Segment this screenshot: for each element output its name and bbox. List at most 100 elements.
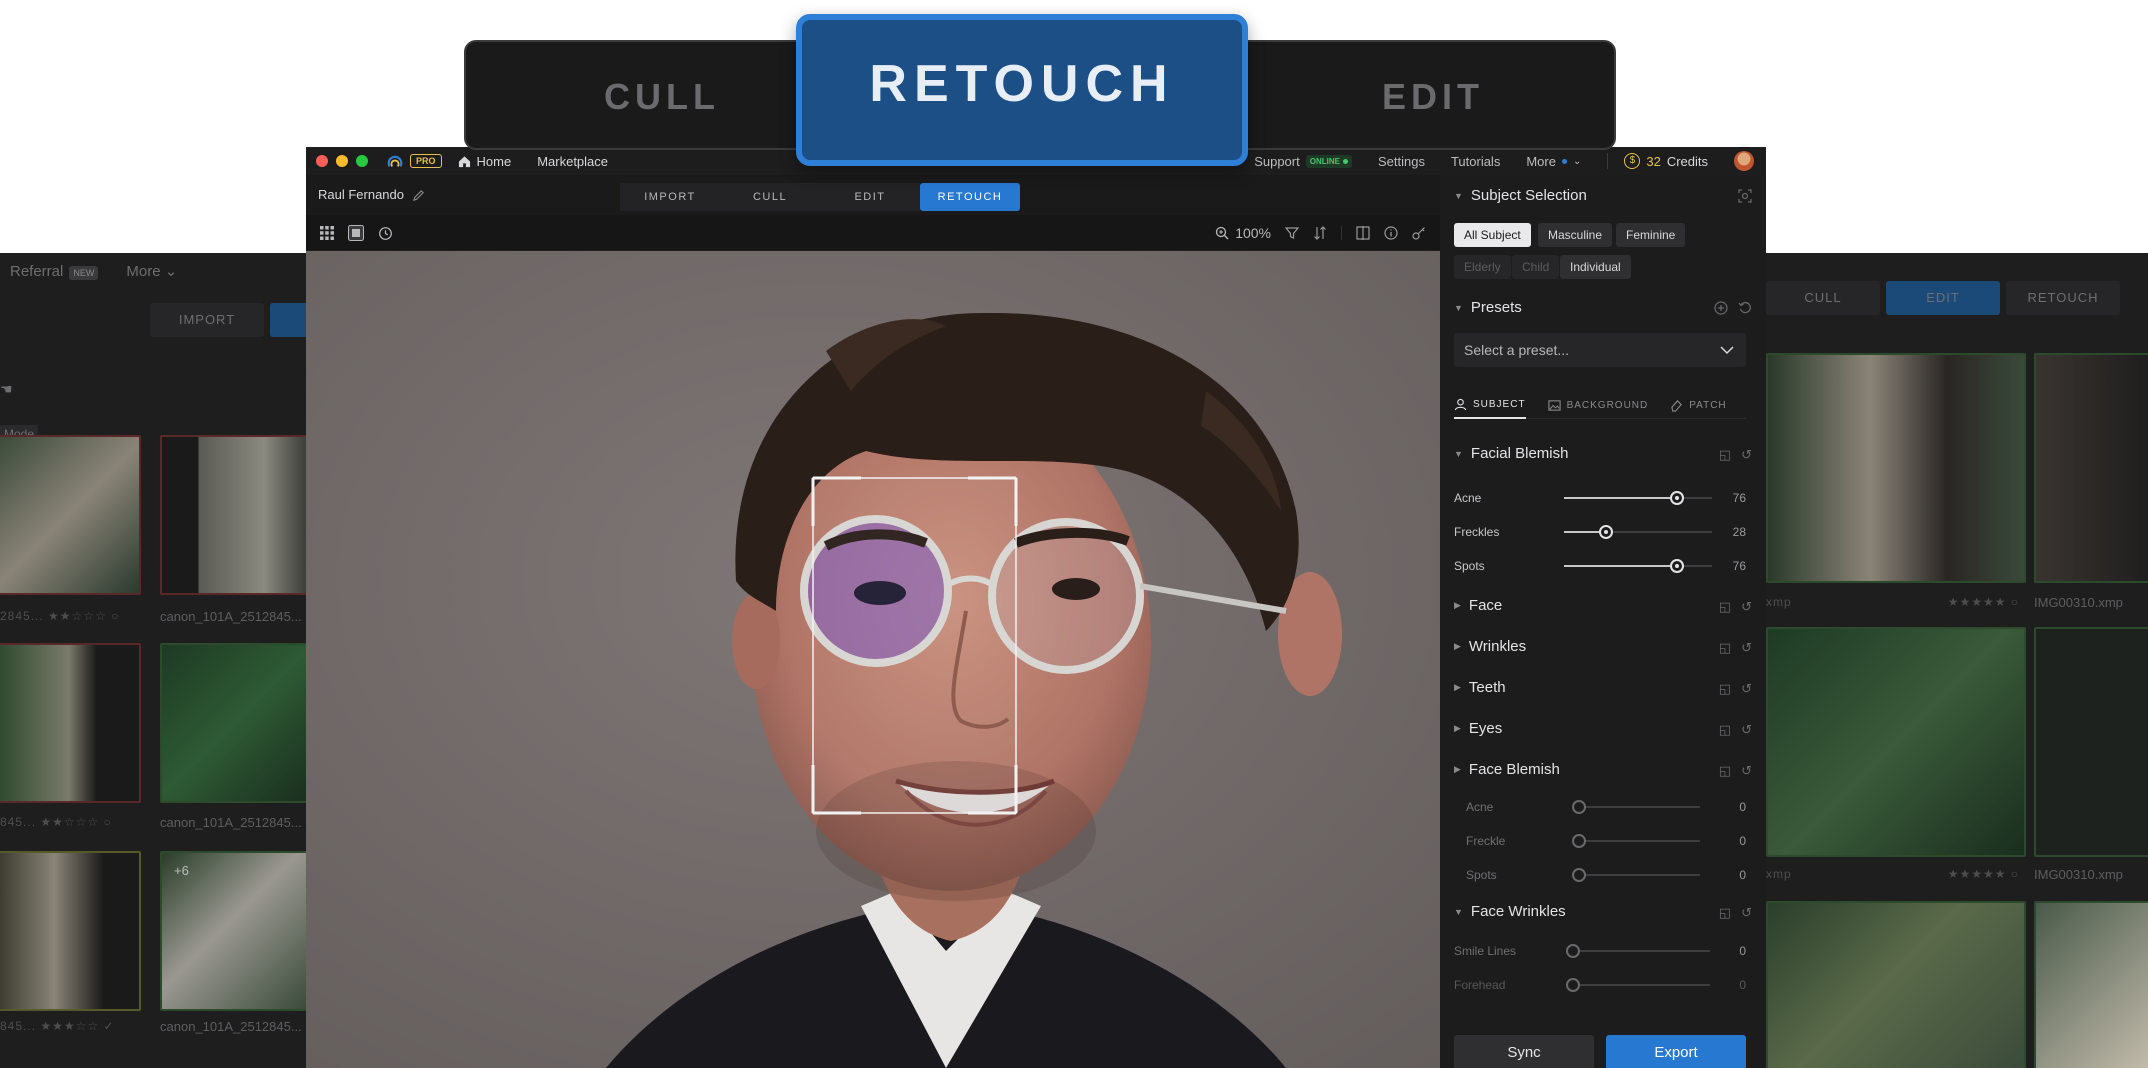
tab-import[interactable]: IMPORT — [620, 183, 720, 211]
mode-edit[interactable]: EDIT — [1382, 42, 1484, 152]
mask-icon[interactable]: ◱ — [1719, 681, 1731, 697]
bg-thumb — [1766, 627, 2026, 857]
presets-header[interactable]: ▼ Presets — [1454, 299, 1522, 316]
mode-retouch-active[interactable]: RETOUCH — [796, 14, 1248, 166]
photo-canvas[interactable] — [306, 251, 1440, 1068]
chip-feminine[interactable]: Feminine — [1616, 223, 1686, 247]
export-button[interactable]: Export — [1606, 1035, 1746, 1068]
filter-icon[interactable] — [1285, 226, 1299, 240]
slider-acne[interactable]: Acne 76 — [1454, 488, 1746, 508]
slider-handle[interactable] — [1572, 834, 1586, 848]
subtab-patch[interactable]: PATCH — [1670, 391, 1726, 419]
section-face[interactable]: ▶ Face — [1454, 597, 1502, 614]
credits-display[interactable]: $ 32 Credits — [1624, 153, 1708, 169]
slider-forehead[interactable]: Forehead 0 — [1454, 975, 1746, 995]
user-name-field[interactable]: Raul Fernando — [318, 175, 425, 215]
mask-icon[interactable]: ◱ — [1719, 905, 1731, 921]
mask-icon[interactable]: ◱ — [1719, 763, 1731, 779]
slider-track[interactable] — [1564, 491, 1712, 505]
pencil-icon[interactable] — [412, 189, 425, 202]
subject-selection-header[interactable]: ▼ Subject Selection — [1454, 187, 1587, 204]
chevron-down-icon — [1720, 346, 1734, 355]
slider-track[interactable] — [1572, 868, 1700, 882]
settings-link[interactable]: Settings — [1378, 154, 1425, 169]
preset-select[interactable]: Select a preset... — [1454, 333, 1746, 367]
slider-track[interactable] — [1564, 559, 1712, 573]
chip-masculine[interactable]: Masculine — [1538, 223, 1613, 247]
user-avatar[interactable] — [1734, 151, 1754, 171]
section-teeth[interactable]: ▶ Teeth — [1454, 679, 1506, 696]
slider-freckles[interactable]: Freckles 28 — [1454, 522, 1746, 542]
reset-icon[interactable]: ↺ — [1741, 722, 1752, 738]
subtab-subject[interactable]: SUBJECT — [1454, 391, 1526, 419]
face-scan-icon[interactable] — [1738, 189, 1752, 203]
slider-track[interactable] — [1572, 800, 1700, 814]
support-link[interactable]: Support ONLINE — [1254, 154, 1352, 169]
slider-handle[interactable] — [1670, 491, 1684, 505]
tutorials-link[interactable]: Tutorials — [1451, 154, 1500, 169]
minimize-window-button[interactable] — [336, 155, 348, 167]
tab-cull[interactable]: CULL — [720, 183, 820, 211]
notification-dot-icon — [1561, 158, 1567, 164]
section-wrinkles[interactable]: ▶ Wrinkles — [1454, 638, 1526, 655]
tab-retouch[interactable]: RETOUCH — [920, 183, 1020, 211]
add-preset-icon[interactable] — [1714, 301, 1728, 315]
slider-track[interactable] — [1564, 525, 1712, 539]
nav-home[interactable]: Home — [458, 154, 511, 169]
slider-face-spots[interactable]: Spots 0 — [1466, 865, 1746, 885]
key-icon[interactable] — [1412, 226, 1426, 240]
slider-track[interactable] — [1572, 834, 1700, 848]
more-menu[interactable]: More ⌄ — [1526, 154, 1581, 169]
sync-button[interactable]: Sync — [1454, 1035, 1594, 1068]
sort-icon[interactable] — [1313, 226, 1327, 240]
bg-thumb — [2034, 353, 2148, 583]
tab-edit[interactable]: EDIT — [820, 183, 920, 211]
reset-icon[interactable]: ↺ — [1741, 905, 1752, 921]
slider-handle[interactable] — [1599, 525, 1613, 539]
zoom-control[interactable]: 100% — [1215, 225, 1271, 241]
slider-track[interactable] — [1566, 944, 1710, 958]
bg-thumb: +6 — [160, 851, 306, 1011]
compare-icon[interactable] — [1356, 226, 1370, 240]
bg-caption: canon_101A_2512845... — [160, 1019, 302, 1034]
mask-icon[interactable]: ◱ — [1719, 722, 1731, 738]
slider-handle[interactable] — [1566, 944, 1580, 958]
face-blemish-header[interactable]: ▶ Face Blemish — [1454, 761, 1560, 778]
titlebar-right: Support ONLINE Settings Tutorials More ⌄… — [1254, 147, 1766, 175]
history-icon[interactable] — [378, 226, 393, 241]
info-icon[interactable] — [1384, 226, 1398, 240]
face-wrinkles-header[interactable]: ▼ Face Wrinkles — [1454, 903, 1566, 920]
chip-all-subject[interactable]: All Subject — [1454, 223, 1531, 247]
slider-face-freckle[interactable]: Freckle 0 — [1466, 831, 1746, 851]
reset-icon[interactable]: ↺ — [1741, 447, 1752, 463]
slider-handle[interactable] — [1670, 559, 1684, 573]
bg-thumb — [160, 435, 306, 595]
subtab-background[interactable]: BACKGROUND — [1547, 391, 1649, 419]
section-title: Face — [1468, 597, 1503, 614]
reset-icon[interactable] — [1738, 301, 1752, 315]
slider-handle[interactable] — [1572, 868, 1586, 882]
single-view-icon[interactable] — [348, 225, 364, 241]
close-window-button[interactable] — [316, 155, 328, 167]
reset-icon[interactable]: ↺ — [1741, 599, 1752, 615]
reset-icon[interactable]: ↺ — [1741, 640, 1752, 656]
mask-icon[interactable]: ◱ — [1719, 640, 1731, 656]
slider-handle[interactable] — [1572, 800, 1586, 814]
reset-icon[interactable]: ↺ — [1741, 681, 1752, 697]
slider-smile-lines[interactable]: Smile Lines 0 — [1454, 941, 1746, 961]
section-eyes[interactable]: ▶ Eyes — [1454, 720, 1502, 737]
slider-spots[interactable]: Spots 76 — [1454, 556, 1746, 576]
slider-face-acne[interactable]: Acne 0 — [1466, 797, 1746, 817]
mask-icon[interactable]: ◱ — [1719, 599, 1731, 615]
chip-individual[interactable]: Individual — [1560, 255, 1631, 279]
mode-cull[interactable]: CULL — [604, 42, 720, 152]
bg-left-topbar: Referral NEW More ⌄ — [0, 253, 306, 289]
slider-handle[interactable] — [1566, 978, 1580, 992]
slider-track[interactable] — [1566, 978, 1710, 992]
nav-marketplace[interactable]: Marketplace — [537, 154, 608, 169]
maximize-window-button[interactable] — [356, 155, 368, 167]
grid-view-icon[interactable] — [320, 226, 334, 240]
reset-icon[interactable]: ↺ — [1741, 763, 1752, 779]
facial-blemish-header[interactable]: ▼ Facial Blemish — [1454, 445, 1568, 462]
mask-icon[interactable]: ◱ — [1719, 447, 1731, 463]
